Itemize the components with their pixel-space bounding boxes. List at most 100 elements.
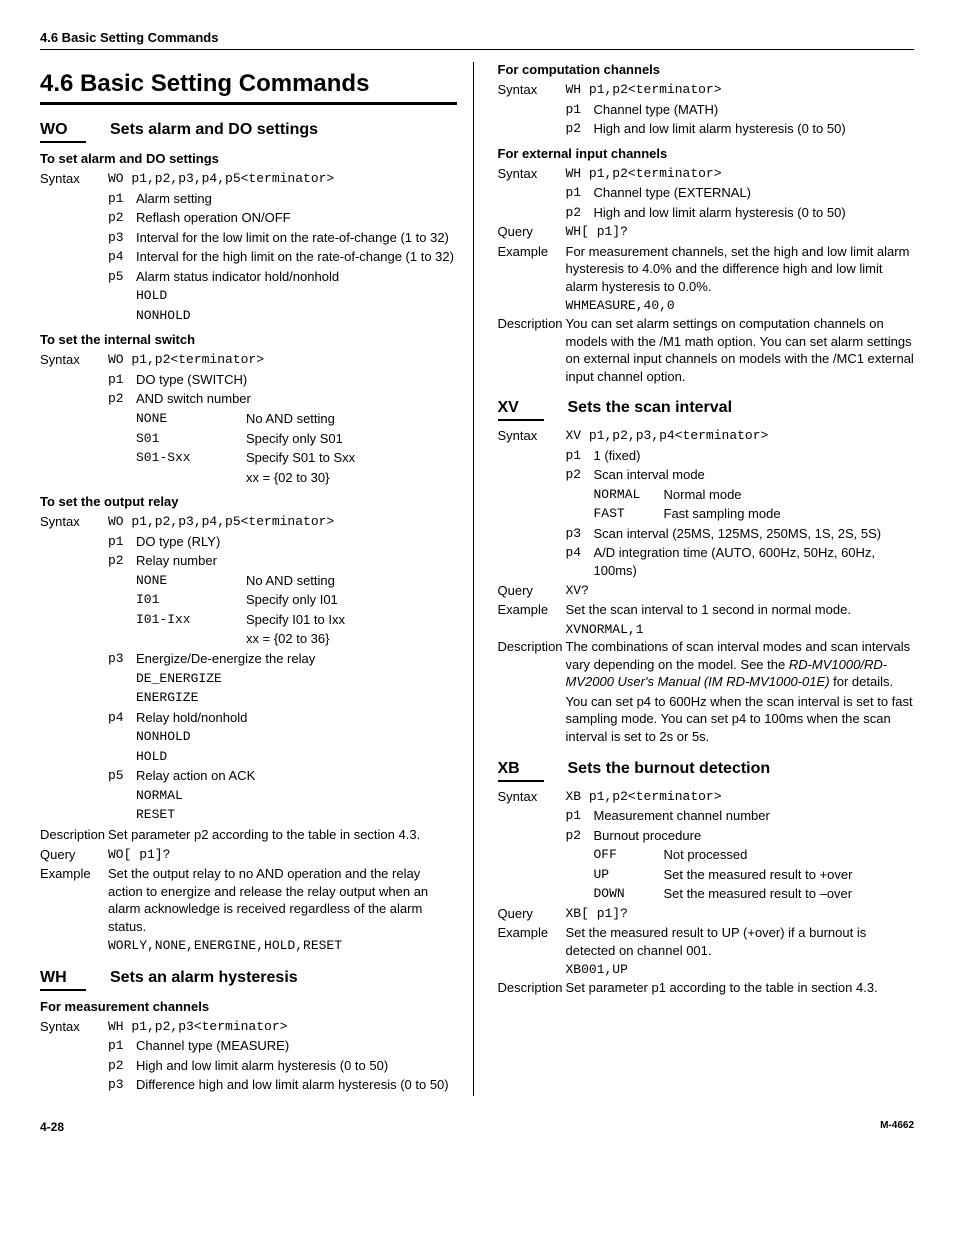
param-code: p3 [566, 525, 594, 543]
label-example: Example [498, 243, 566, 261]
label-query: Query [498, 905, 566, 923]
tbl-desc: xx = {02 to 36} [246, 630, 457, 648]
tbl-code: NORMAL [594, 486, 664, 504]
param-code: p2 [566, 466, 594, 484]
param-text: 1 (fixed) [594, 447, 915, 465]
param-text: AND switch number [136, 390, 457, 408]
cmd-heading-xv: XV Sets the scan interval [498, 399, 915, 421]
description-text: You can set p4 to 600Hz when the scan in… [566, 693, 915, 746]
query-text: WH[ p1]? [566, 223, 628, 241]
cmd-heading-wo: WO Sets alarm and DO settings [40, 121, 457, 143]
label-syntax: Syntax [498, 165, 566, 183]
example-code: WORLY,NONE,ENERGINE,HOLD,RESET [108, 937, 457, 955]
param-text: Measurement channel number [594, 807, 915, 825]
tbl-desc: No AND setting [246, 572, 457, 590]
param-code: p1 [108, 1037, 136, 1055]
label-syntax: Syntax [40, 351, 108, 369]
param-code: p2 [566, 120, 594, 138]
tbl-desc: Set the measured result to +over [664, 866, 915, 884]
param-text: Relay action on ACK [136, 767, 457, 785]
param-value: RESET [136, 806, 457, 824]
cmd-code: WO [40, 121, 86, 143]
param-code: p3 [108, 1076, 136, 1094]
syntax-text: WH p1,p2<terminator> [566, 81, 722, 99]
description-text: Set parameter p2 according to the table … [108, 826, 420, 844]
tbl-desc: Normal mode [664, 486, 915, 504]
tbl-code: OFF [594, 846, 664, 864]
label-syntax: Syntax [498, 81, 566, 99]
label-example: Example [498, 924, 566, 942]
param-code: p2 [566, 204, 594, 222]
cmd-title: Sets an alarm hysteresis [110, 969, 298, 987]
cmd-code: XB [498, 760, 544, 782]
query-text: XV? [566, 582, 589, 600]
tbl-code: DOWN [594, 885, 664, 903]
param-text: Relay number [136, 552, 457, 570]
cmd-title: Sets alarm and DO settings [110, 121, 318, 139]
example-text: Set the scan interval to 1 second in nor… [566, 601, 851, 619]
param-value: NORMAL [136, 787, 457, 805]
label-syntax: Syntax [40, 513, 108, 531]
param-code: p3 [108, 229, 136, 247]
param-value: NONHOLD [136, 307, 457, 325]
label-syntax: Syntax [40, 1018, 108, 1036]
param-text: High and low limit alarm hysteresis (0 t… [136, 1057, 457, 1075]
description-text: The combinations of scan interval modes … [566, 638, 915, 691]
page-number: 4-28 [40, 1120, 64, 1134]
page-header: 4.6 Basic Setting Commands [40, 30, 914, 50]
page-footer: 4-28 M-4662 [40, 1120, 914, 1134]
param-code: p2 [108, 390, 136, 408]
query-text: XB[ p1]? [566, 905, 628, 923]
tbl-code: I01-Ixx [136, 611, 246, 629]
tbl-code: NONE [136, 572, 246, 590]
section-title: 4.6 Basic Setting Commands [40, 70, 457, 98]
param-value: DE_ENERGIZE [136, 670, 457, 688]
label-syntax: Syntax [498, 427, 566, 445]
param-code: p2 [566, 827, 594, 845]
param-code: p1 [566, 184, 594, 202]
param-code: p1 [108, 190, 136, 208]
param-text: DO type (RLY) [136, 533, 457, 551]
param-text: Scan interval (25MS, 125MS, 250MS, 1S, 2… [594, 525, 915, 543]
param-text: High and low limit alarm hysteresis (0 t… [594, 120, 915, 138]
param-text: Channel type (MATH) [594, 101, 915, 119]
label-description: Description [498, 638, 566, 656]
param-text: Channel type (MEASURE) [136, 1037, 457, 1055]
param-text: A/D integration time (AUTO, 600Hz, 50Hz,… [594, 544, 915, 579]
label-description: Description [498, 315, 566, 333]
param-code: p3 [108, 650, 136, 668]
param-text: Energize/De-energize the relay [136, 650, 457, 668]
tbl-desc: Specify only I01 [246, 591, 457, 609]
cmd-code: XV [498, 399, 544, 421]
param-value: ENERGIZE [136, 689, 457, 707]
sub-heading: To set alarm and DO settings [40, 151, 457, 166]
param-code: p1 [566, 447, 594, 465]
param-text: Interval for the high limit on the rate-… [136, 248, 457, 266]
example-text: Set the output relay to no AND operation… [108, 865, 457, 935]
example-code: WHMEASURE,40,0 [566, 297, 915, 315]
example-text: Set the measured result to UP (+over) if… [566, 924, 915, 959]
tbl-code: S01-Sxx [136, 449, 246, 467]
label-query: Query [498, 223, 566, 241]
label-description: Description [40, 826, 108, 844]
tbl-desc: Fast sampling mode [664, 505, 915, 523]
param-value: HOLD [136, 748, 457, 766]
cmd-heading-wh: WH Sets an alarm hysteresis [40, 969, 457, 991]
param-code: p4 [108, 709, 136, 727]
sub-heading: For computation channels [498, 62, 915, 77]
example-code: XVNORMAL,1 [566, 621, 915, 639]
cmd-code: WH [40, 969, 86, 991]
syntax-text: WO p1,p2<terminator> [108, 351, 264, 369]
sub-heading: For measurement channels [40, 999, 457, 1014]
description-text: Set parameter p1 according to the table … [566, 979, 878, 997]
param-text: Burnout procedure [594, 827, 915, 845]
example-text: For measurement channels, set the high a… [566, 243, 915, 296]
param-text: Alarm status indicator hold/nonhold [136, 268, 457, 286]
description-text: You can set alarm settings on computatio… [566, 315, 915, 385]
param-code: p2 [108, 552, 136, 570]
param-code: p4 [108, 248, 136, 266]
syntax-text: XB p1,p2<terminator> [566, 788, 722, 806]
param-text: Relay hold/nonhold [136, 709, 457, 727]
param-text: Alarm setting [136, 190, 457, 208]
tbl-desc: Set the measured result to –over [664, 885, 915, 903]
